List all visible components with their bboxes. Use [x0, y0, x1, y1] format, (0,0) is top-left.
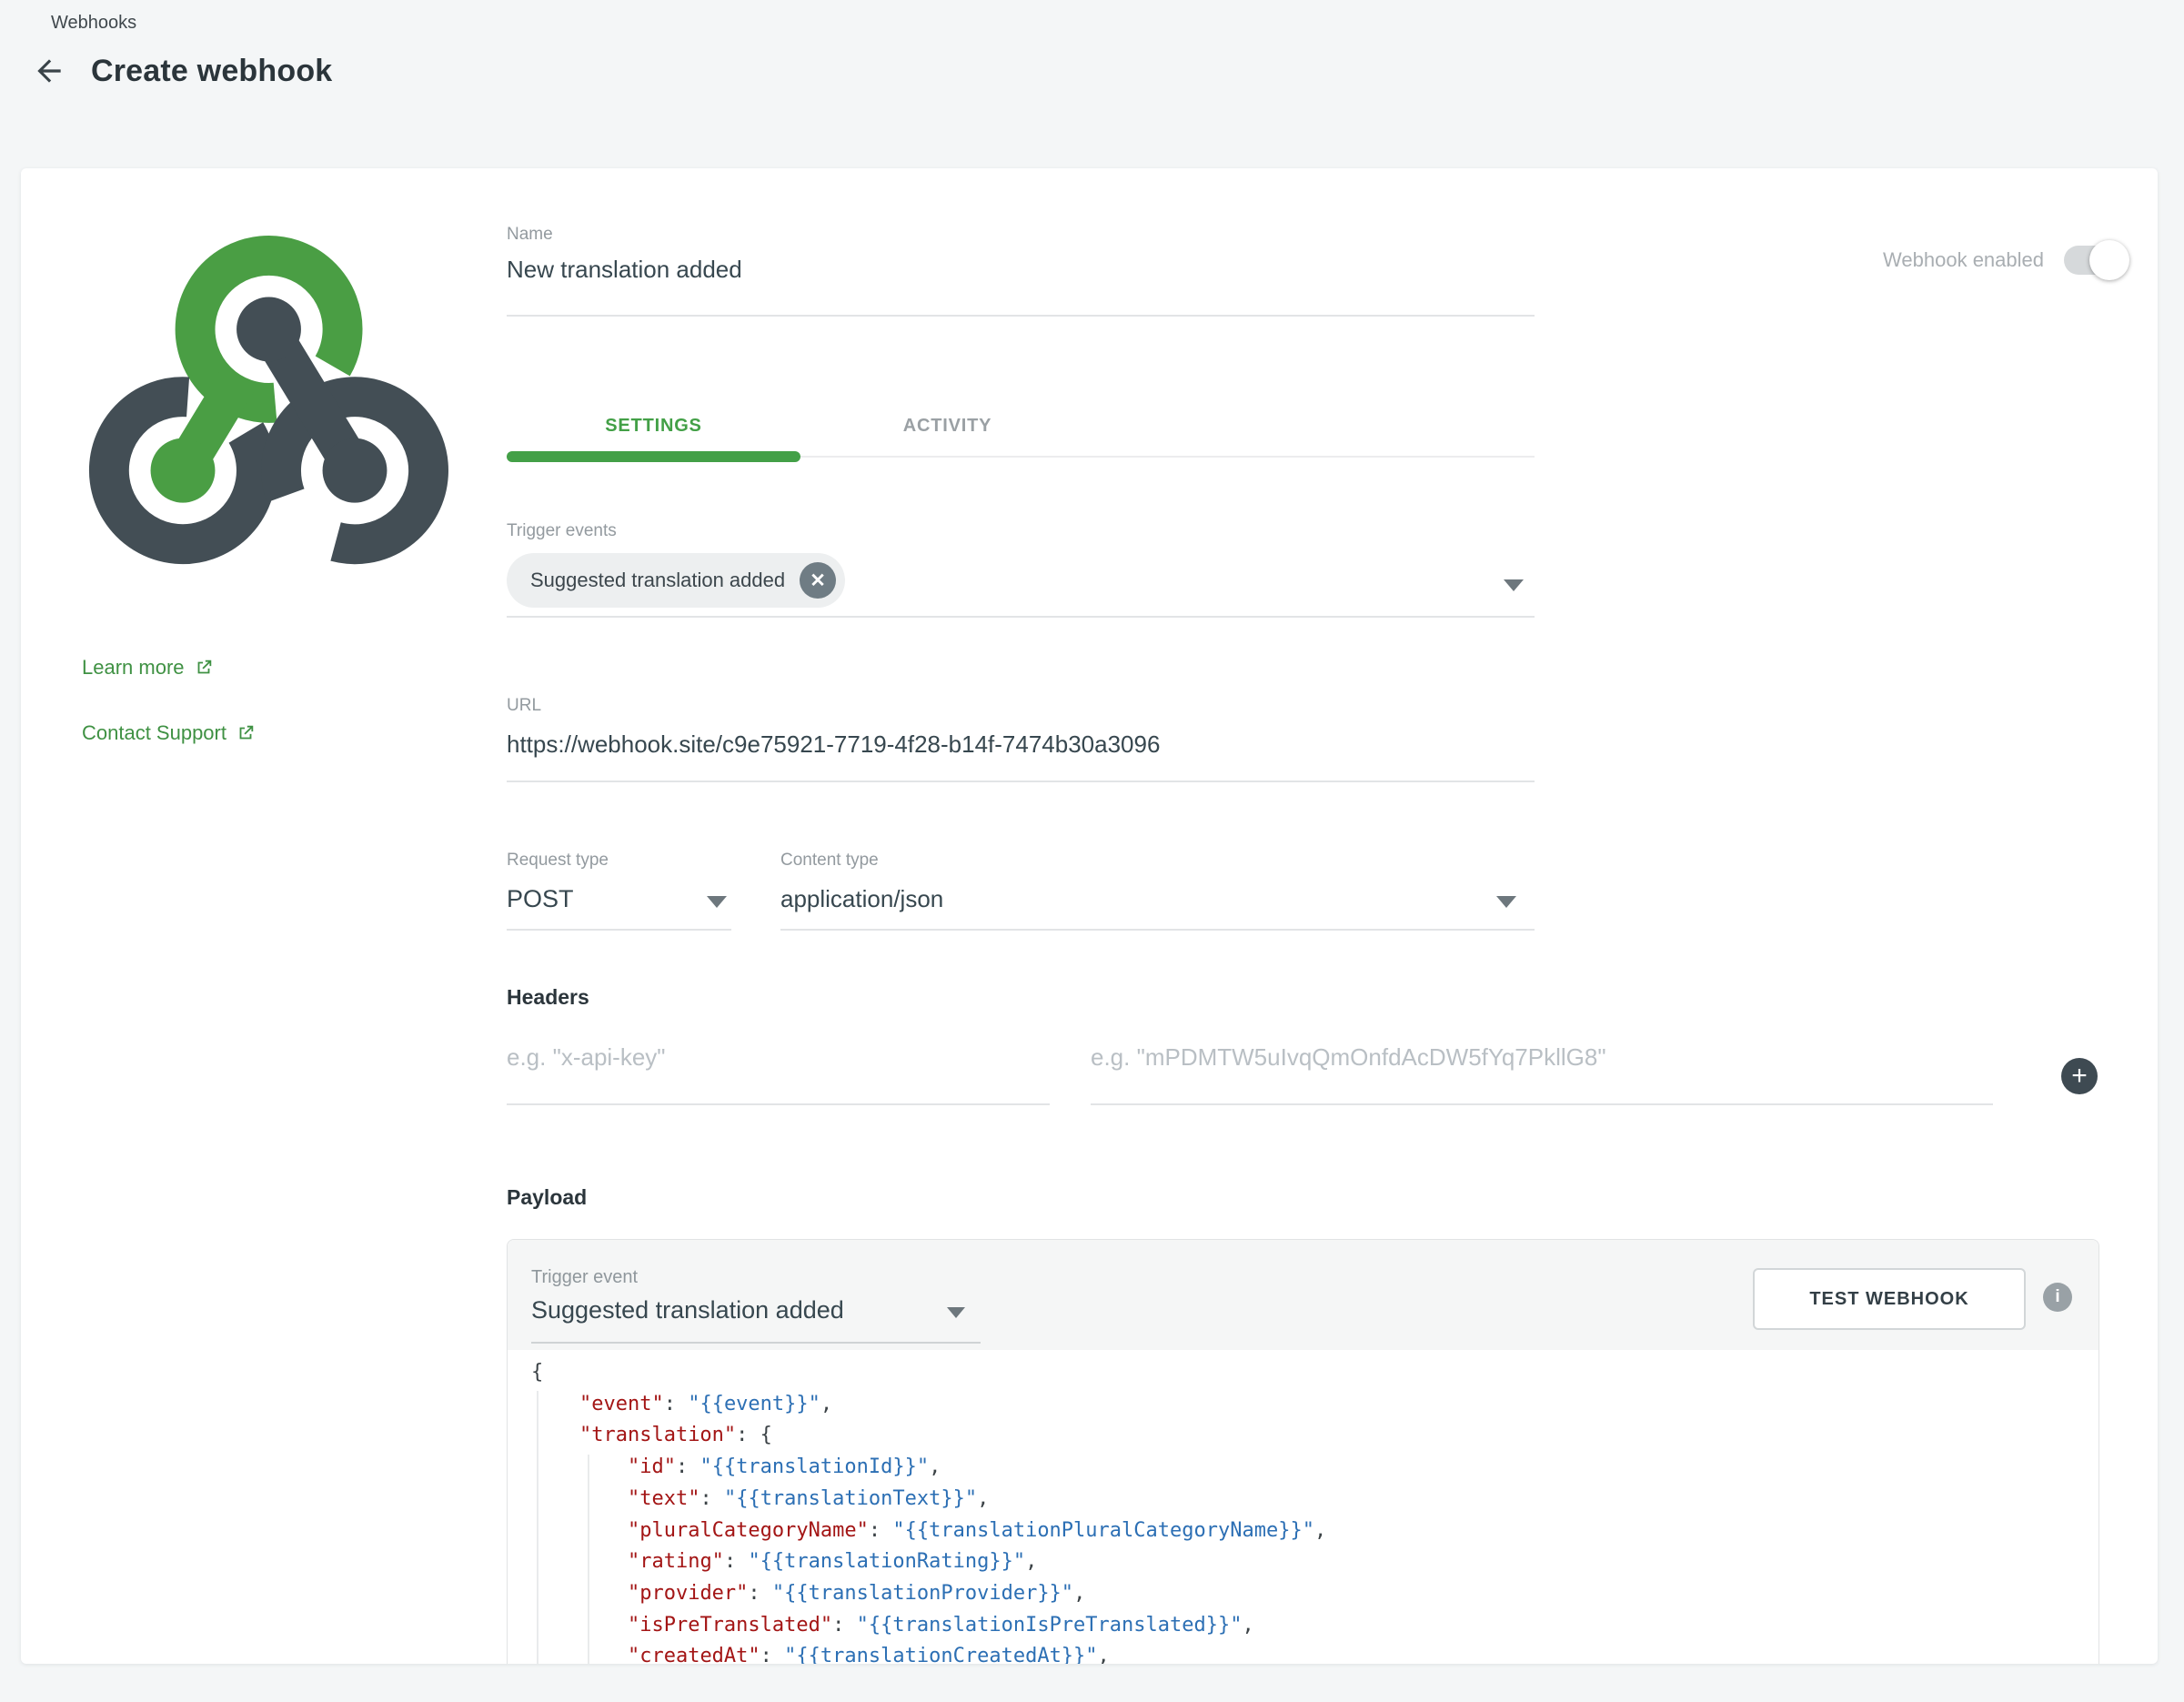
header-key-underline — [507, 1103, 1050, 1105]
code-line: "id": "{{translationId}}", — [531, 1452, 2098, 1484]
indent-guide — [537, 1391, 538, 1664]
trigger-events-underline — [507, 616, 1535, 618]
contact-support-label: Contact Support — [82, 721, 226, 745]
learn-more-link[interactable]: Learn more — [82, 656, 214, 680]
code-line: "provider": "{{translationProvider}}", — [531, 1578, 2098, 1610]
request-type-select[interactable]: POST — [507, 885, 574, 913]
webhook-enabled-label: Webhook enabled — [1883, 248, 2044, 272]
webhook-logo — [85, 230, 453, 585]
chevron-down-icon[interactable] — [707, 896, 727, 908]
payload-panel: Trigger event Suggested translation adde… — [507, 1239, 2099, 1664]
request-type-underline — [507, 929, 731, 931]
tab-activity[interactable]: ACTIVITY — [800, 396, 1094, 456]
breadcrumb[interactable]: Webhooks — [51, 13, 136, 34]
add-header-button[interactable]: + — [2061, 1058, 2098, 1094]
chevron-down-icon[interactable] — [947, 1307, 965, 1318]
close-icon[interactable]: ✕ — [800, 562, 836, 599]
content-type-label: Content type — [780, 851, 879, 871]
code-line: "pluralCategoryName": "{{translationPlur… — [531, 1516, 2098, 1547]
trigger-event-select[interactable]: Suggested translation added — [531, 1296, 844, 1324]
name-label: Name — [507, 225, 553, 245]
contact-support-link[interactable]: Contact Support — [82, 721, 256, 745]
tab-settings[interactable]: SETTINGS — [507, 396, 800, 456]
back-arrow-icon — [32, 54, 66, 88]
name-underline — [507, 315, 1535, 317]
back-button[interactable] — [31, 53, 67, 89]
trigger-event-underline — [531, 1342, 981, 1344]
code-line: "createdAt": "{{translationCreatedAt}}", — [531, 1641, 2098, 1664]
payload-panel-header: Trigger event Suggested translation adde… — [508, 1240, 2098, 1351]
test-webhook-button[interactable]: TEST WEBHOOK — [1753, 1268, 2026, 1330]
headers-title: Headers — [507, 985, 589, 1010]
page-title: Create webhook — [91, 54, 332, 89]
toggle-knob — [2089, 240, 2129, 280]
url-input[interactable] — [507, 730, 1535, 759]
header-value-underline — [1091, 1103, 1993, 1105]
chip-label: Suggested translation added — [530, 569, 785, 592]
code-line: "event": "{{event}}", — [531, 1389, 2098, 1421]
external-link-icon — [194, 658, 214, 678]
tab-bar: SETTINGS ACTIVITY — [507, 396, 1535, 458]
content-type-underline — [780, 929, 1535, 931]
info-icon[interactable]: i — [2043, 1283, 2072, 1312]
header-key-input[interactable] — [507, 1043, 1050, 1072]
chevron-down-icon[interactable] — [1504, 579, 1524, 591]
code-line: "text": "{{translationText}}", — [531, 1484, 2098, 1516]
content-type-select[interactable]: application/json — [780, 885, 943, 913]
page-header: Create webhook — [31, 53, 332, 89]
code-line: "isPreTranslated": "{{translationIsPreTr… — [531, 1610, 2098, 1642]
request-type-label: Request type — [507, 851, 609, 871]
webhook-enabled-row: Webhook enabled — [1797, 246, 2124, 275]
active-tab-indicator — [507, 451, 800, 462]
url-label: URL — [507, 696, 541, 716]
webhook-card: Learn more Contact Support Name Webhook … — [21, 168, 2158, 1664]
code-line: "rating": "{{translationRating}}", — [531, 1546, 2098, 1578]
external-link-icon — [236, 723, 256, 743]
payload-code-editor[interactable]: { "event": "{{event}}", "translation": {… — [508, 1350, 2098, 1664]
name-input[interactable] — [507, 256, 1535, 287]
trigger-event-label: Trigger event — [531, 1267, 638, 1288]
url-underline — [507, 781, 1535, 782]
indent-guide — [588, 1455, 589, 1664]
code-line: "translation": { — [531, 1420, 2098, 1452]
code-line: { — [531, 1357, 2098, 1389]
payload-title: Payload — [507, 1185, 587, 1210]
header-value-input[interactable] — [1091, 1043, 1993, 1072]
plus-icon: + — [2071, 1062, 2088, 1090]
chevron-down-icon[interactable] — [1496, 896, 1516, 908]
learn-more-label: Learn more — [82, 656, 185, 680]
webhook-enabled-toggle[interactable] — [2064, 246, 2124, 275]
trigger-event-chip[interactable]: Suggested translation added ✕ — [507, 553, 845, 608]
create-webhook-page: Webhooks Create webhook Learn mor — [0, 0, 2184, 1702]
trigger-events-label: Trigger events — [507, 521, 617, 541]
